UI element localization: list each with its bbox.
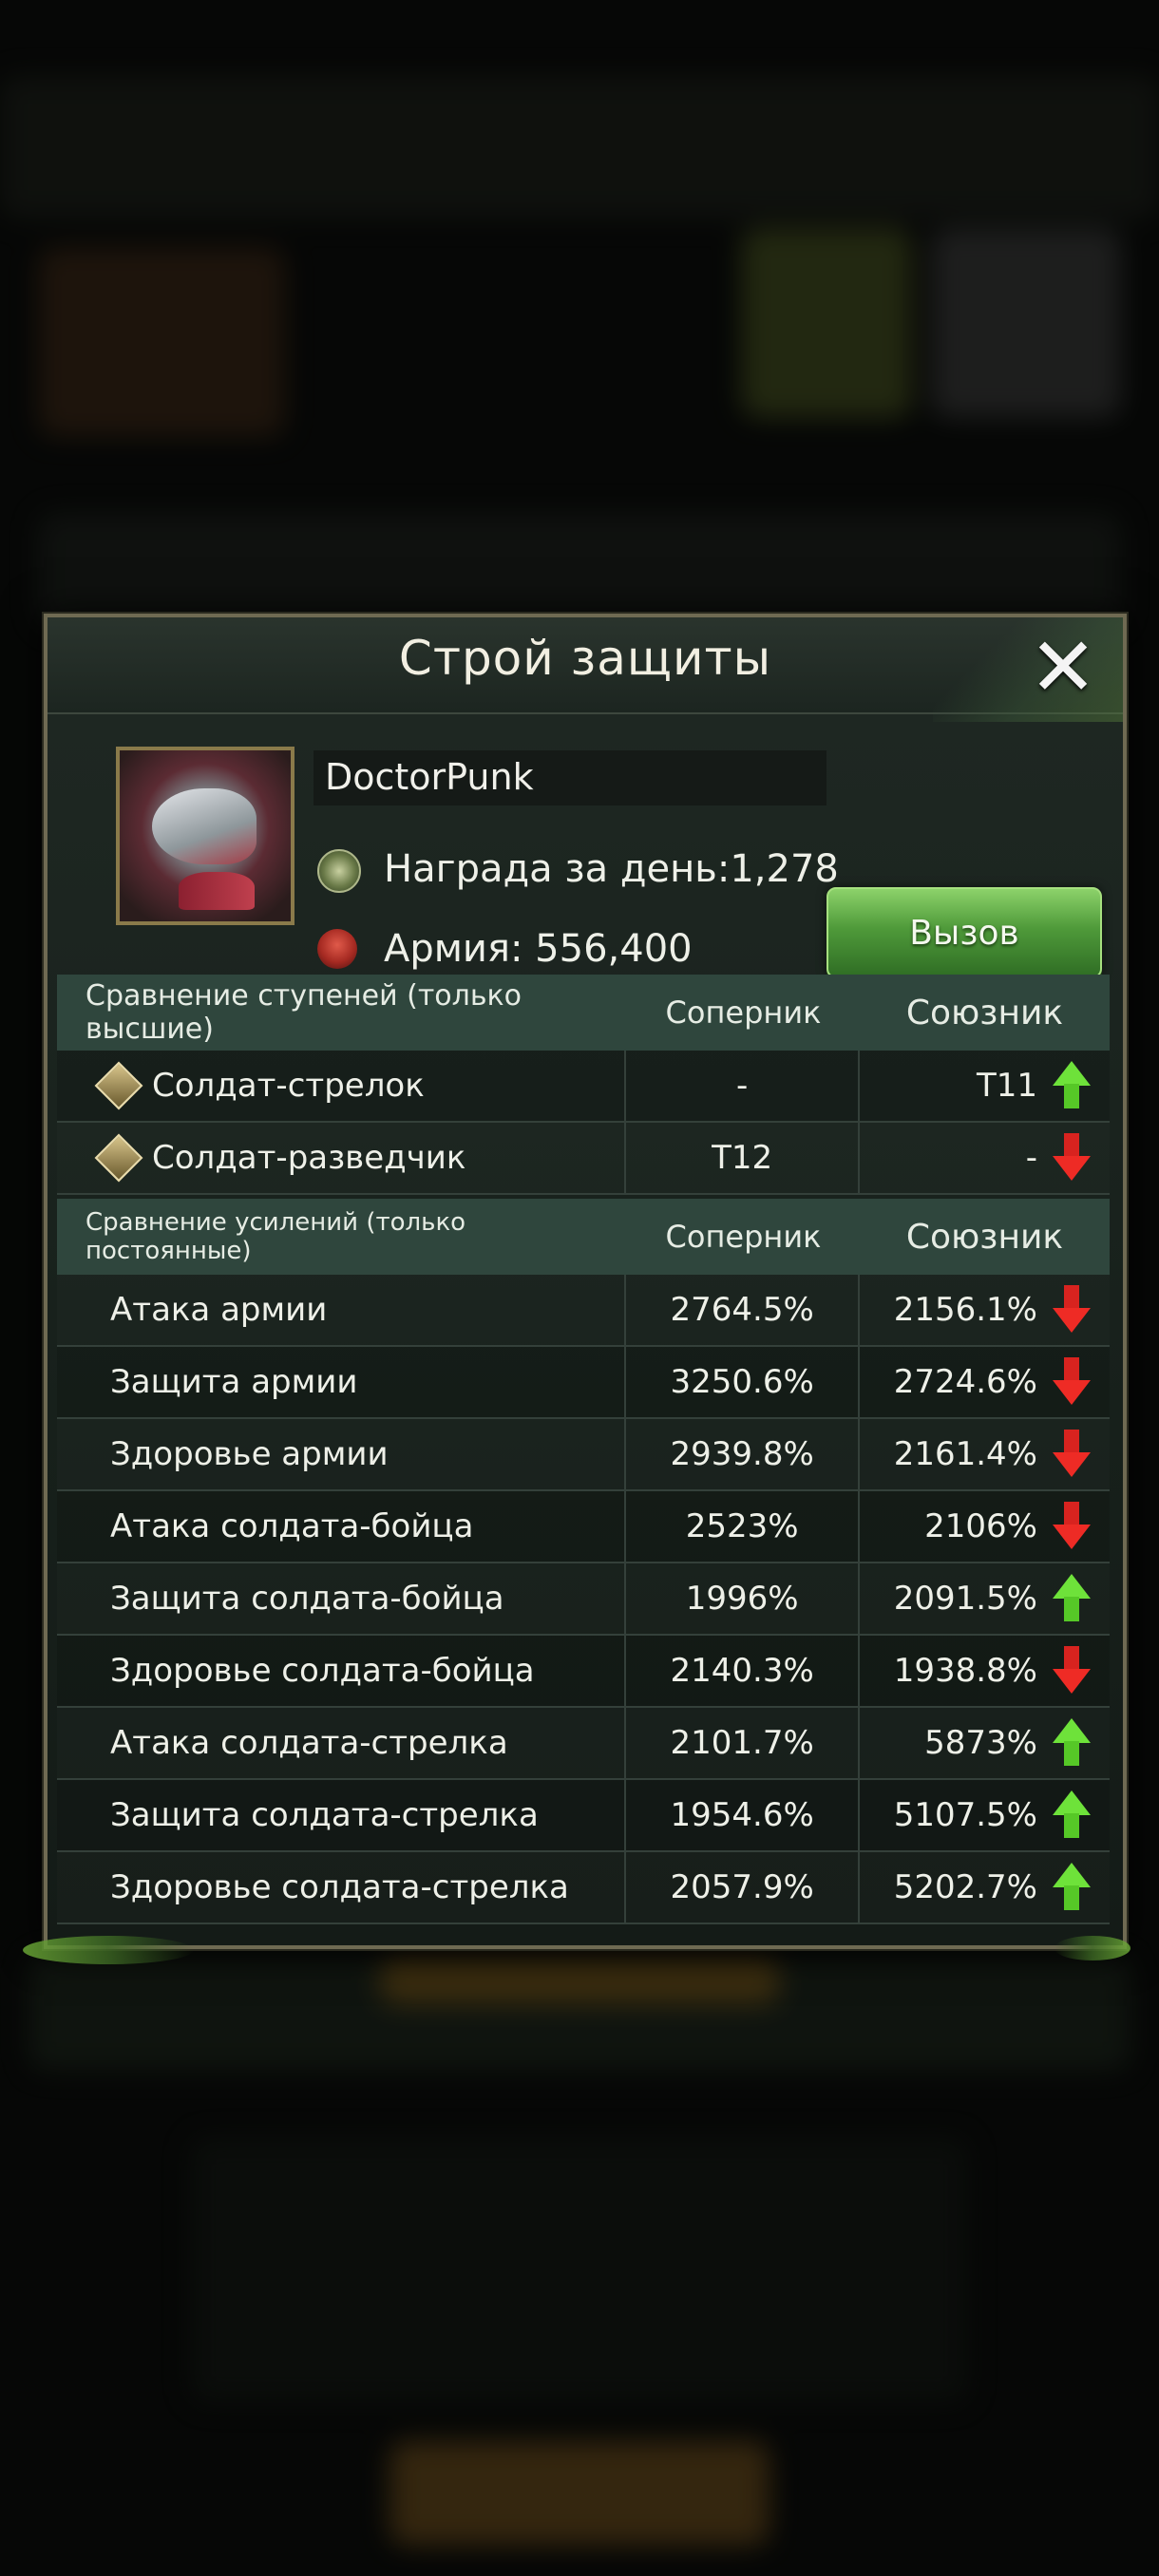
row-label: Здоровье солдата-бойца xyxy=(57,1636,626,1706)
table-row: Здоровье солдата-стрелка 2057.9% 5202.7% xyxy=(57,1852,1110,1924)
boost-header-label: Сравнение усилений (только постоянные) xyxy=(86,1208,466,1265)
rival-column-header: Соперник xyxy=(665,1219,822,1255)
dialog-title: Строй защиты xyxy=(398,631,772,686)
tier-header-label: Сравнение ступеней (только высшие) xyxy=(86,979,522,1046)
row-label: Защита солдата-стрелка xyxy=(57,1780,626,1850)
avatar[interactable] xyxy=(116,747,294,925)
tier-comparison-table: Сравнение ступеней (только высшие) Сопер… xyxy=(57,975,1110,1195)
table-row: Атака солдата-стрелка 2101.7% 5873% xyxy=(57,1708,1110,1780)
close-icon: ✕ xyxy=(1028,620,1098,715)
table-row: Защита солдата-стрелка 1954.6% 5107.5% xyxy=(57,1780,1110,1852)
row-label: Солдат-стрелок xyxy=(152,1067,425,1105)
boost-comparison-table: Сравнение усилений (только постоянные) С… xyxy=(57,1199,1110,1924)
title-bar: Строй защиты ✕ xyxy=(48,617,1123,722)
player-name: DoctorPunk xyxy=(325,756,534,798)
table-row: Здоровье солдата-бойца 2140.3% 1938.8% xyxy=(57,1636,1110,1708)
row-label: Защита армии xyxy=(57,1347,626,1417)
rival-value: 2101.7% xyxy=(626,1708,861,1778)
rival-value: T12 xyxy=(626,1123,861,1193)
table-row: Защита армии 3250.6% 2724.6% xyxy=(57,1347,1110,1419)
row-label: Атака солдата-бойца xyxy=(57,1491,626,1562)
ally-value: 2724.6% xyxy=(893,1363,1037,1401)
green-up-arrow-icon xyxy=(1053,1863,1091,1912)
row-label: Солдат-разведчик xyxy=(152,1139,466,1177)
ally-value: 2106% xyxy=(924,1507,1037,1545)
row-label: Здоровье солдата-стрелка xyxy=(57,1852,626,1923)
boost-table-header: Сравнение усилений (только постоянные) С… xyxy=(57,1199,1110,1275)
defense-formation-dialog: Строй защиты ✕ DoctorPunk Награда за ден… xyxy=(44,614,1127,1949)
red-down-arrow-icon xyxy=(1053,1430,1091,1479)
scout-troop-icon xyxy=(94,1133,143,1183)
ally-value: 1938.8% xyxy=(893,1652,1037,1690)
rival-value: - xyxy=(626,1051,861,1121)
green-up-arrow-icon xyxy=(1053,1790,1091,1840)
ally-column-header: Союзник xyxy=(905,1217,1064,1257)
table-row: Защита солдата-бойца 1996% 2091.5% xyxy=(57,1563,1110,1636)
army-icon xyxy=(317,929,357,969)
rival-value: 1996% xyxy=(626,1563,861,1634)
ally-value: - xyxy=(1025,1139,1037,1177)
green-up-arrow-icon xyxy=(1053,1574,1091,1623)
table-row: Атака армии 2764.5% 2156.1% xyxy=(57,1275,1110,1347)
green-up-arrow-icon xyxy=(1053,1061,1091,1110)
ally-value: 2156.1% xyxy=(893,1291,1037,1329)
row-label: Здоровье армии xyxy=(57,1419,626,1489)
ally-value: 5107.5% xyxy=(893,1796,1037,1834)
rival-column-header: Соперник xyxy=(665,994,822,1031)
rival-value: 1954.6% xyxy=(626,1780,861,1850)
ally-value: 2091.5% xyxy=(893,1580,1037,1618)
rival-value: 2764.5% xyxy=(626,1275,861,1345)
red-down-arrow-icon xyxy=(1053,1357,1091,1407)
player-profile: DoctorPunk Награда за день:1,278 Армия: … xyxy=(48,712,1123,978)
ally-value: 5202.7% xyxy=(893,1868,1037,1906)
boost-rows: Атака армии 2764.5% 2156.1% Защита армии 325… xyxy=(57,1275,1110,1924)
rival-value: 2140.3% xyxy=(626,1636,861,1706)
ally-value: 5873% xyxy=(924,1724,1037,1762)
table-row: Атака солдата-бойца 2523% 2106% xyxy=(57,1491,1110,1563)
row-label: Атака армии xyxy=(57,1275,626,1345)
red-down-arrow-icon xyxy=(1053,1646,1091,1695)
table-row: Солдат-стрелок - T11 xyxy=(57,1051,1110,1123)
ally-value: T11 xyxy=(976,1067,1037,1105)
table-row: Здоровье армии 2939.8% 2161.4% xyxy=(57,1419,1110,1491)
rival-value: 3250.6% xyxy=(626,1347,861,1417)
reward-icon xyxy=(317,849,361,893)
green-up-arrow-icon xyxy=(1053,1718,1091,1768)
red-down-arrow-icon xyxy=(1053,1133,1091,1183)
red-down-arrow-icon xyxy=(1053,1285,1091,1335)
row-label: Атака солдата-стрелка xyxy=(57,1708,626,1778)
vine-decoration-left xyxy=(23,1936,194,1964)
row-label: Защита солдата-бойца xyxy=(57,1563,626,1634)
red-down-arrow-icon xyxy=(1053,1502,1091,1551)
tier-table-header: Сравнение ступеней (только высшие) Сопер… xyxy=(57,975,1110,1051)
rival-value: 2523% xyxy=(626,1491,861,1562)
close-button[interactable]: ✕ xyxy=(1020,627,1106,709)
army-size-text: Армия: 556,400 xyxy=(384,927,693,971)
challenge-button[interactable]: Вызов xyxy=(826,887,1102,978)
ally-value: 2161.4% xyxy=(893,1435,1037,1473)
ranged-troop-icon xyxy=(94,1061,143,1110)
vine-decoration-right xyxy=(1054,1936,1130,1960)
table-row: Солдат-разведчик T12 - xyxy=(57,1123,1110,1195)
rival-value: 2939.8% xyxy=(626,1419,861,1489)
ally-column-header: Союзник xyxy=(905,993,1064,1032)
daily-reward-text: Награда за день:1,278 xyxy=(384,847,839,891)
rival-value: 2057.9% xyxy=(626,1852,861,1923)
